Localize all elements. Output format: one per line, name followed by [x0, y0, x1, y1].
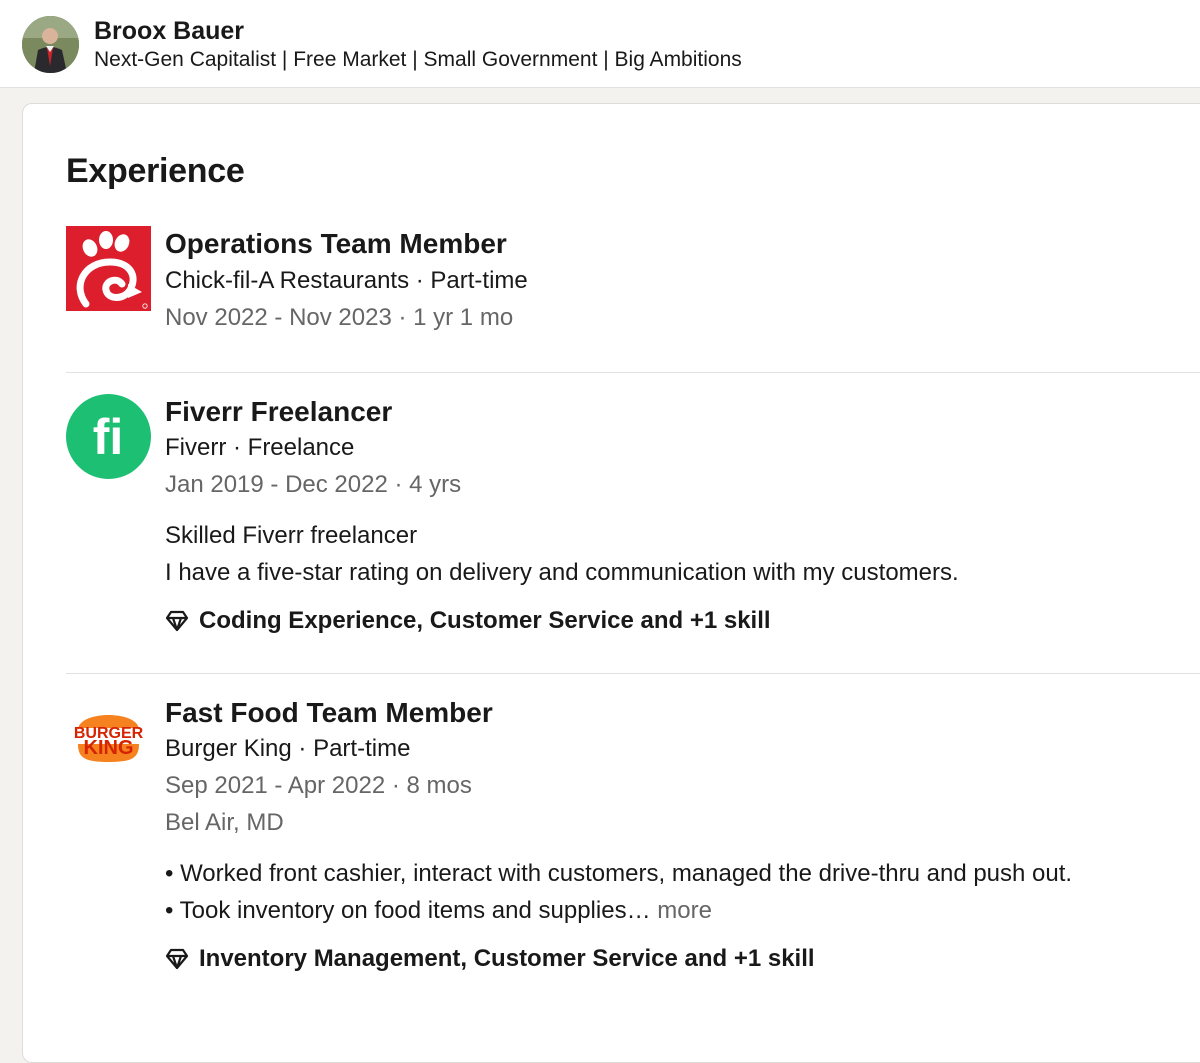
company-line[interactable]: Fiverr · Freelance — [165, 434, 354, 462]
fiverr-logo-text: fi — [93, 409, 124, 465]
skills-label: Inventory Management, Customer Service a… — [199, 945, 815, 972]
date-range: Nov 2022 - Nov 2023 · 1 yr 1 mo — [165, 304, 514, 331]
description-line: • Worked front cashier, interact with cu… — [165, 860, 1073, 887]
job-title[interactable]: Operations Team Member — [165, 228, 507, 260]
burger-king-logo-text-bottom: KING — [84, 737, 134, 759]
diamond-icon — [165, 948, 189, 970]
job-title[interactable]: Fiverr Freelancer — [165, 396, 392, 428]
description-line: I have a five-star rating on delivery an… — [165, 559, 959, 586]
more-link[interactable]: more — [657, 897, 712, 924]
profile-top-bar: Broox Bauer Next-Gen Capitalist | Free M… — [0, 0, 1200, 88]
description-line: • Took inventory on food items and suppl… — [165, 897, 712, 925]
date-range: Sep 2021 - Apr 2022 · 8 mos — [165, 772, 472, 799]
divider — [66, 673, 1200, 674]
date-range: Jan 2019 - Dec 2022 · 4 yrs — [165, 471, 462, 498]
company-line[interactable]: Burger King · Part-time — [165, 735, 410, 763]
company-line[interactable]: Chick-fil-A Restaurants · Part-time — [165, 267, 528, 295]
description-text: • Took inventory on food items and suppl… — [165, 897, 651, 924]
job-title[interactable]: Fast Food Team Member — [165, 697, 493, 729]
skills-link[interactable]: Coding Experience, Customer Service and … — [165, 607, 771, 635]
location: Bel Air, MD — [165, 809, 284, 836]
chick-fil-a-logo-icon[interactable] — [66, 226, 151, 311]
divider — [66, 372, 1200, 373]
diamond-icon — [165, 610, 189, 632]
burger-king-logo-icon[interactable]: BURGER KING — [66, 696, 151, 781]
skills-label: Coding Experience, Customer Service and … — [199, 607, 771, 634]
fiverr-logo-icon[interactable]: fi — [66, 394, 151, 479]
section-title: Experience — [66, 152, 245, 190]
description-line: Skilled Fiverr freelancer — [165, 522, 418, 549]
experience-section: Experience Operations Team Member Chick-… — [22, 103, 1200, 1063]
avatar[interactable] — [22, 16, 79, 73]
skills-link[interactable]: Inventory Management, Customer Service a… — [165, 945, 815, 973]
profile-name[interactable]: Broox Bauer — [94, 17, 244, 46]
profile-headline: Next-Gen Capitalist | Free Market | Smal… — [94, 48, 742, 71]
